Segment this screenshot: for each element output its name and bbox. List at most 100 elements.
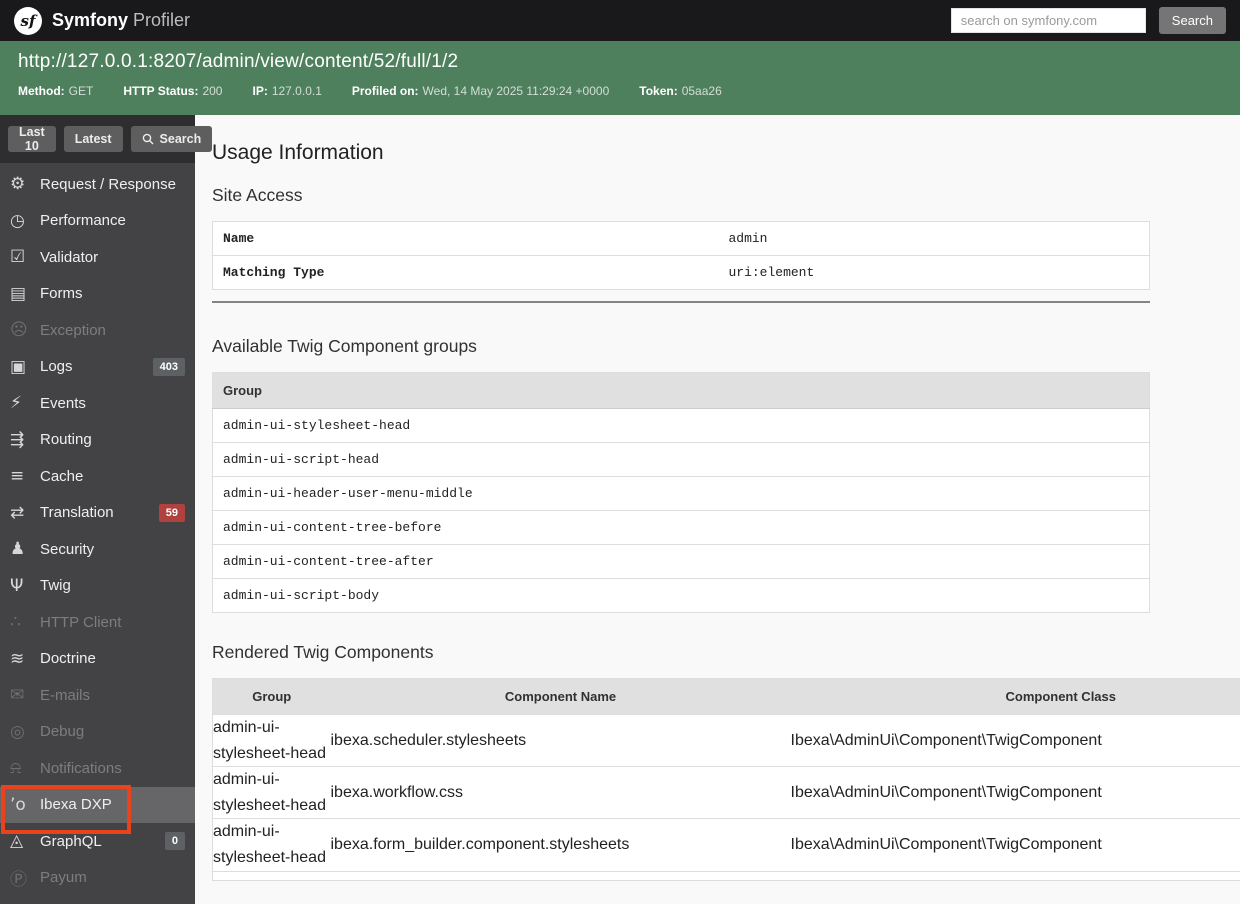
sidebar-item-translation[interactable]: ⇄ Translation 59 <box>0 495 195 532</box>
component-name-column-header: Component Name <box>330 678 791 715</box>
sidebar-item-label: GraphQL <box>40 832 102 850</box>
sidebar-item-label: Events <box>40 394 86 412</box>
table-row: admin-ui-script-body <box>212 578 1150 613</box>
table-row: admin-ui-content-tree-before <box>212 510 1150 545</box>
meta-profiled-on: Profiled on: Wed, 14 May 2025 11:29:24 +0… <box>351 84 610 98</box>
sidebar-item-label: Debug <box>40 723 85 741</box>
sidebar-item-graphql[interactable]: ◬ GraphQL 0 <box>0 823 195 860</box>
table-row: admin-ui-stylesheet-head ibexa.form_buil… <box>212 818 1240 872</box>
last-10-button[interactable]: Last 10 <box>8 125 56 153</box>
symfony-search-input[interactable] <box>950 8 1146 33</box>
meta-token: Token: 05aa26 <box>639 84 722 98</box>
sidebar-item-cache[interactable]: ≡ Cache <box>0 458 195 495</box>
target-icon: ◎ <box>10 721 25 742</box>
count-badge: 0 <box>164 832 185 851</box>
sidebar-search-button[interactable]: Search <box>130 126 213 152</box>
user-icon: ♟ <box>10 539 26 560</box>
network-icon: ∴ <box>10 612 21 633</box>
signpost-icon: ⇶ <box>10 429 25 450</box>
table-row: admin-ui-stylesheet-head ibexa.workflow.… <box>212 766 1240 820</box>
count-badge: 59 <box>158 503 185 522</box>
sidebar-item-label: Request / Response <box>40 175 176 193</box>
table-header-row: Group <box>212 372 1150 409</box>
group-cell: admin-ui-stylesheet-head <box>212 766 331 820</box>
gears-icon: ⚙ <box>10 174 26 195</box>
group-column-header: Group <box>212 372 1150 409</box>
sidebar-item-exception[interactable]: ☹ Exception <box>0 312 195 349</box>
site-access-table: Name admin Matching Type uri:element <box>212 221 1150 290</box>
twig-plant-icon: Ψ <box>10 575 24 596</box>
sidebar-item-validator[interactable]: ☑ Validator <box>0 239 195 276</box>
sidebar-nav: ⚙ Request / Response ◷ Performance ☑ Validato… <box>0 163 195 896</box>
sidebar-item-label: Payum <box>40 869 87 887</box>
site-access-name-value: admin <box>718 221 1150 256</box>
request-meta: Method: GET HTTP Status: 200 IP: 127.0.0.1 … <box>18 84 1222 98</box>
sidebar-item-label: Forms <box>40 285 83 303</box>
symfony-logo-icon: sf <box>14 6 42 35</box>
search-icon <box>142 133 154 145</box>
stopwatch-icon: ◷ <box>10 210 25 231</box>
group-cell: admin-ui-stylesheet-head <box>212 408 1150 443</box>
group-cell: admin-ui-content-tree-before <box>212 510 1150 545</box>
translation-icon: ⇄ <box>10 502 25 523</box>
sidebar-item-label: E-mails <box>40 686 91 704</box>
sidebar-item-e-mails[interactable]: ✉ E-mails <box>0 677 195 714</box>
request-status-bar: http://127.0.0.1:8207/admin/view/content… <box>0 41 1240 115</box>
site-access-heading: Site Access <box>212 185 303 205</box>
sidebar-item-performance[interactable]: ◷ Performance <box>0 203 195 240</box>
sidebar-item-notifications[interactable]: ⍾ Notifications <box>0 750 195 787</box>
sidebar-item-label: Twig <box>40 577 71 595</box>
site-access-name-label: Name <box>212 221 719 256</box>
sidebar-item-label: Ibexa DXP <box>40 796 112 814</box>
group-cell: admin-ui-script-head <box>212 442 1150 477</box>
sidebar-item-twig[interactable]: Ψ Twig <box>0 568 195 605</box>
group-column-header: Group <box>212 678 331 715</box>
sidebar-item-logs[interactable]: ▣ Logs 403 <box>0 349 195 386</box>
component-class-column-header: Component Class <box>790 678 1240 715</box>
component-groups-heading: Available Twig Component groups <box>212 336 477 356</box>
payum-icon: Ⓟ <box>10 870 27 891</box>
meta-method: Method: GET <box>18 84 94 98</box>
component-class-cell: Ibexa\AdminUi\Component\TwigComponent <box>790 818 1240 872</box>
sidebar-item-security[interactable]: ♟ Security <box>0 531 195 568</box>
section-divider <box>212 301 1150 303</box>
group-cell: admin-ui-stylesheet-head <box>212 818 331 872</box>
component-name-cell: ibexa.scheduler.stylesheets <box>330 714 791 768</box>
sidebar-item-doctrine[interactable]: ≋ Doctrine <box>0 641 195 678</box>
sidebar-item-label: Security <box>40 540 95 558</box>
bell-icon: ⍾ <box>10 758 22 779</box>
envelope-icon: ✉ <box>10 685 25 706</box>
rendered-components-heading: Rendered Twig Components <box>212 642 434 662</box>
top-bar: sf Symfony Profiler Search <box>0 0 1240 41</box>
latest-button[interactable]: Latest <box>63 126 123 152</box>
sidebar-item-debug[interactable]: ◎ Debug <box>0 714 195 751</box>
app-title-profiler: Profiler <box>133 10 191 30</box>
symfony-search-button[interactable]: Search <box>1158 7 1226 34</box>
meta-http-status: HTTP Status: 200 <box>123 84 223 98</box>
sidebar-item-label: Logs <box>40 358 73 376</box>
table-row: admin-ui-stylesheet-head <box>212 408 1150 443</box>
component-name-cell: ibexa.workflow.css <box>330 766 791 820</box>
sidebar-item-label: Notifications <box>40 759 122 777</box>
sidebar-search-label: Search <box>159 132 202 146</box>
sidebar-item-ibexa-dxp[interactable]: ʼo Ibexa DXP <box>0 784 195 833</box>
sidebar-item-forms[interactable]: ▤ Forms <box>0 276 195 313</box>
sidebar-item-request-response[interactable]: ⚙ Request / Response <box>0 166 195 203</box>
group-cell: admin-ui-content-tree-after <box>212 544 1150 579</box>
sidebar-item-payum[interactable]: Ⓟ Payum <box>0 860 195 897</box>
panel-content: Usage Information Site Access Name admin… <box>195 115 1240 904</box>
sidebar-toolbar: Last 10 Latest Search <box>0 115 213 163</box>
group-cell: admin-ui-stylesheet-head <box>212 714 331 768</box>
sidebar-item-http-client[interactable]: ∴ HTTP Client <box>0 604 195 641</box>
rendered-components-table: Group Component Name Component Class adm… <box>212 678 1240 881</box>
component-class-cell: Ibexa\AdminUi\Component\TwigComponent <box>790 766 1240 820</box>
sidebar-item-events[interactable]: ⚡ Events <box>0 385 195 422</box>
ghost-icon: ☹ <box>10 320 28 341</box>
sidebar-item-routing[interactable]: ⇶ Routing <box>0 422 195 459</box>
sidebar-item-label: Performance <box>40 212 126 230</box>
site-access-matching-type-value: uri:element <box>718 255 1150 290</box>
log-book-icon: ▣ <box>10 356 27 377</box>
component-name-cell: ibexa.form_builder.component.stylesheets <box>330 818 791 872</box>
profiler-sidebar: Last 10 Latest Search ⚙ Request / Respons… <box>0 115 213 904</box>
clipboard-icon: ▤ <box>10 283 27 304</box>
